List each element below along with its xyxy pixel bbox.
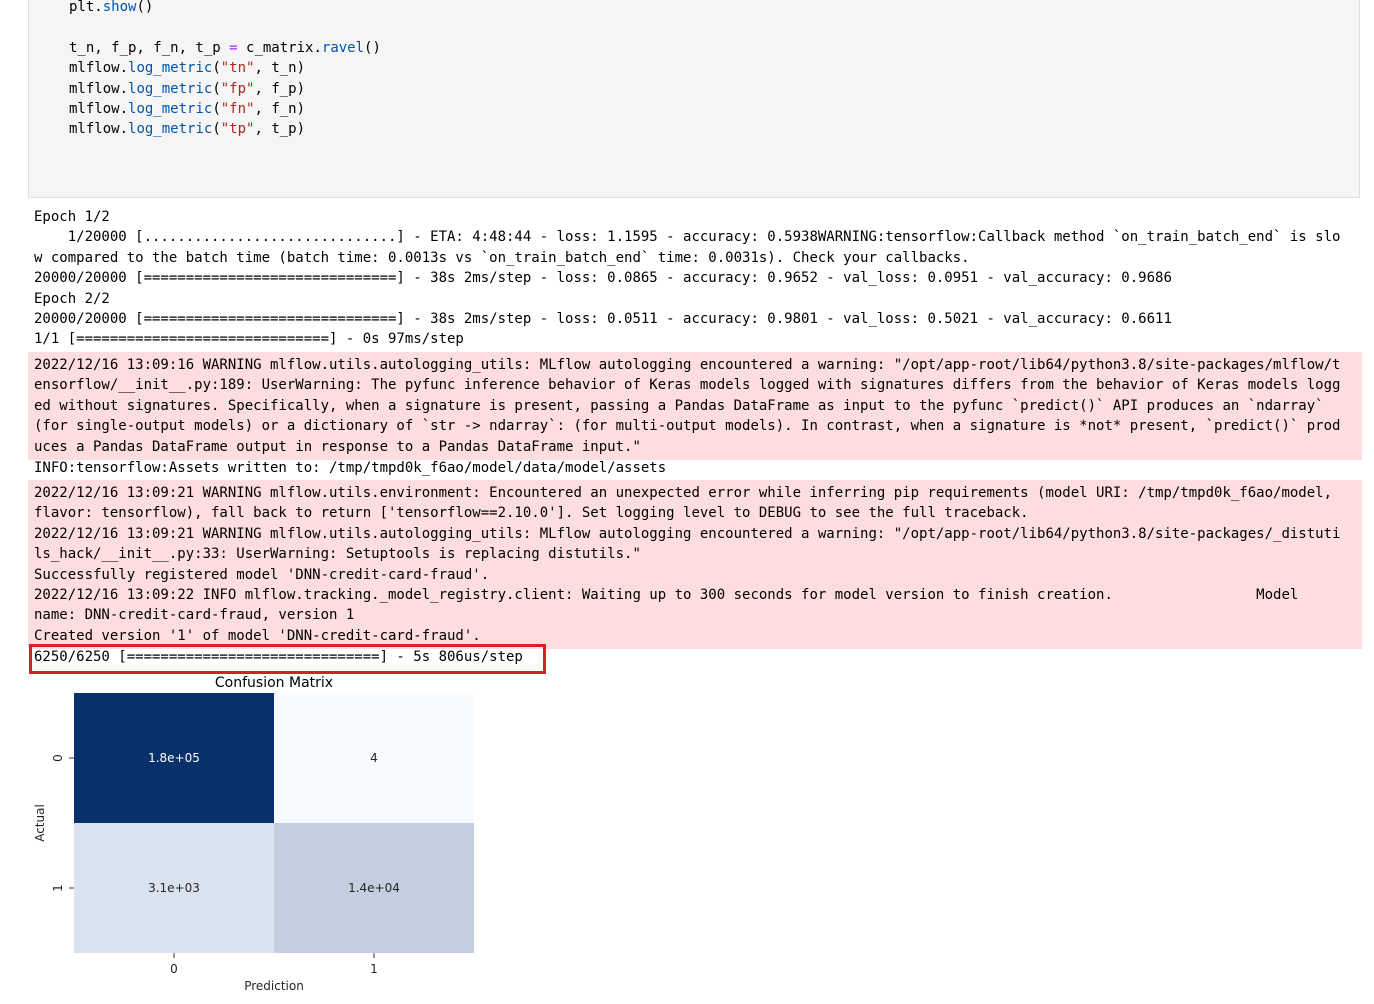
output-line: name: DNN-credit-card-fraud, version 1 [34, 607, 355, 624]
code-line: mlflow.log_metric("tn", t_n) [69, 60, 306, 77]
stdout-output-training: Epoch 1/2 1/20000 [.....................… [28, 207, 1362, 350]
stdout-output-assets: INFO:tensorflow:Assets written to: /tmp/… [28, 458, 1362, 478]
y-tick-label: 1 [51, 884, 65, 892]
cell-annotation: 1.4e+04 [348, 881, 400, 895]
output-line: ed without signatures. Specifically, whe… [34, 397, 1324, 414]
code-line: mlflow.log_metric("fn", f_n) [69, 100, 306, 117]
y-axis-label: Actual [33, 804, 47, 842]
confusion-matrix-chart: Confusion Matrix 1.8e+05 4 3.1e+03 1.4e+04 0 1… [30, 672, 490, 998]
output-line: Epoch 2/2 [34, 290, 110, 307]
output-line: 2022/12/16 13:09:21 WARNING mlflow.utils… [34, 525, 1341, 542]
output-line: uces a Pandas DataFrame output in respon… [34, 438, 641, 455]
output-line: 2022/12/16 13:09:21 WARNING mlflow.utils… [34, 485, 1333, 501]
output-line: 1/1 [==============================] - 0… [34, 331, 464, 348]
code-cell[interactable]: plt.show() t_n, f_p, f_n, t_p = c_matrix… [28, 0, 1360, 198]
output-line: 2022/12/16 13:09:22 INFO mlflow.tracking… [34, 586, 1299, 603]
cell-annotation: 3.1e+03 [148, 881, 200, 895]
highlight-box [29, 644, 546, 674]
code-line: t_n, f_p, f_n, t_p = c_matrix.ravel() [69, 39, 381, 56]
stderr-output-autologging-warning: 2022/12/16 13:09:16 WARNING mlflow.utils… [28, 352, 1362, 460]
confusion-matrix-svg: Confusion Matrix 1.8e+05 4 3.1e+03 1.4e+04 0 1… [33, 675, 474, 993]
output-line: 1/20000 [..............................]… [34, 229, 1341, 246]
stderr-output-registration: 2022/12/16 13:09:21 WARNING mlflow.utils… [28, 480, 1362, 650]
code-line: mlflow.log_metric("fp", f_p) [69, 80, 306, 97]
cell-annotation: 1.8e+05 [148, 751, 200, 765]
chart-title: Confusion Matrix [215, 675, 333, 691]
x-tick-label: 0 [170, 962, 178, 976]
output-line: Successfully registered model 'DNN-credi… [34, 566, 490, 583]
code-line: plt.show() [69, 0, 154, 15]
output-line: Epoch 1/2 [34, 209, 110, 225]
x-axis-label: Prediction [244, 979, 304, 993]
y-tick-label: 0 [51, 754, 65, 762]
output-line: flavor: tensorflow), fall back to return… [34, 505, 1029, 522]
output-line: ls_hack/__init__.py:33: UserWarning: Set… [34, 546, 641, 563]
output-line: 20000/20000 [===========================… [34, 310, 1172, 327]
output-line: (for single-output models) or a dictiona… [34, 418, 1341, 435]
output-line: INFO:tensorflow:Assets written to: /tmp/… [34, 460, 667, 476]
cell-annotation: 4 [370, 751, 378, 765]
output-line: w compared to the batch time (batch time… [34, 249, 970, 266]
code-lines: plt.show() t_n, f_p, f_n, t_p = c_matrix… [69, 0, 381, 140]
x-tick-label: 1 [370, 962, 378, 976]
output-line: 20000/20000 [===========================… [34, 270, 1172, 287]
code-line: mlflow.log_metric("tp", t_p) [69, 121, 306, 138]
output-line: ensorflow/__init__.py:189: UserWarning: … [34, 377, 1341, 394]
output-line: 2022/12/16 13:09:16 WARNING mlflow.utils… [34, 357, 1341, 373]
